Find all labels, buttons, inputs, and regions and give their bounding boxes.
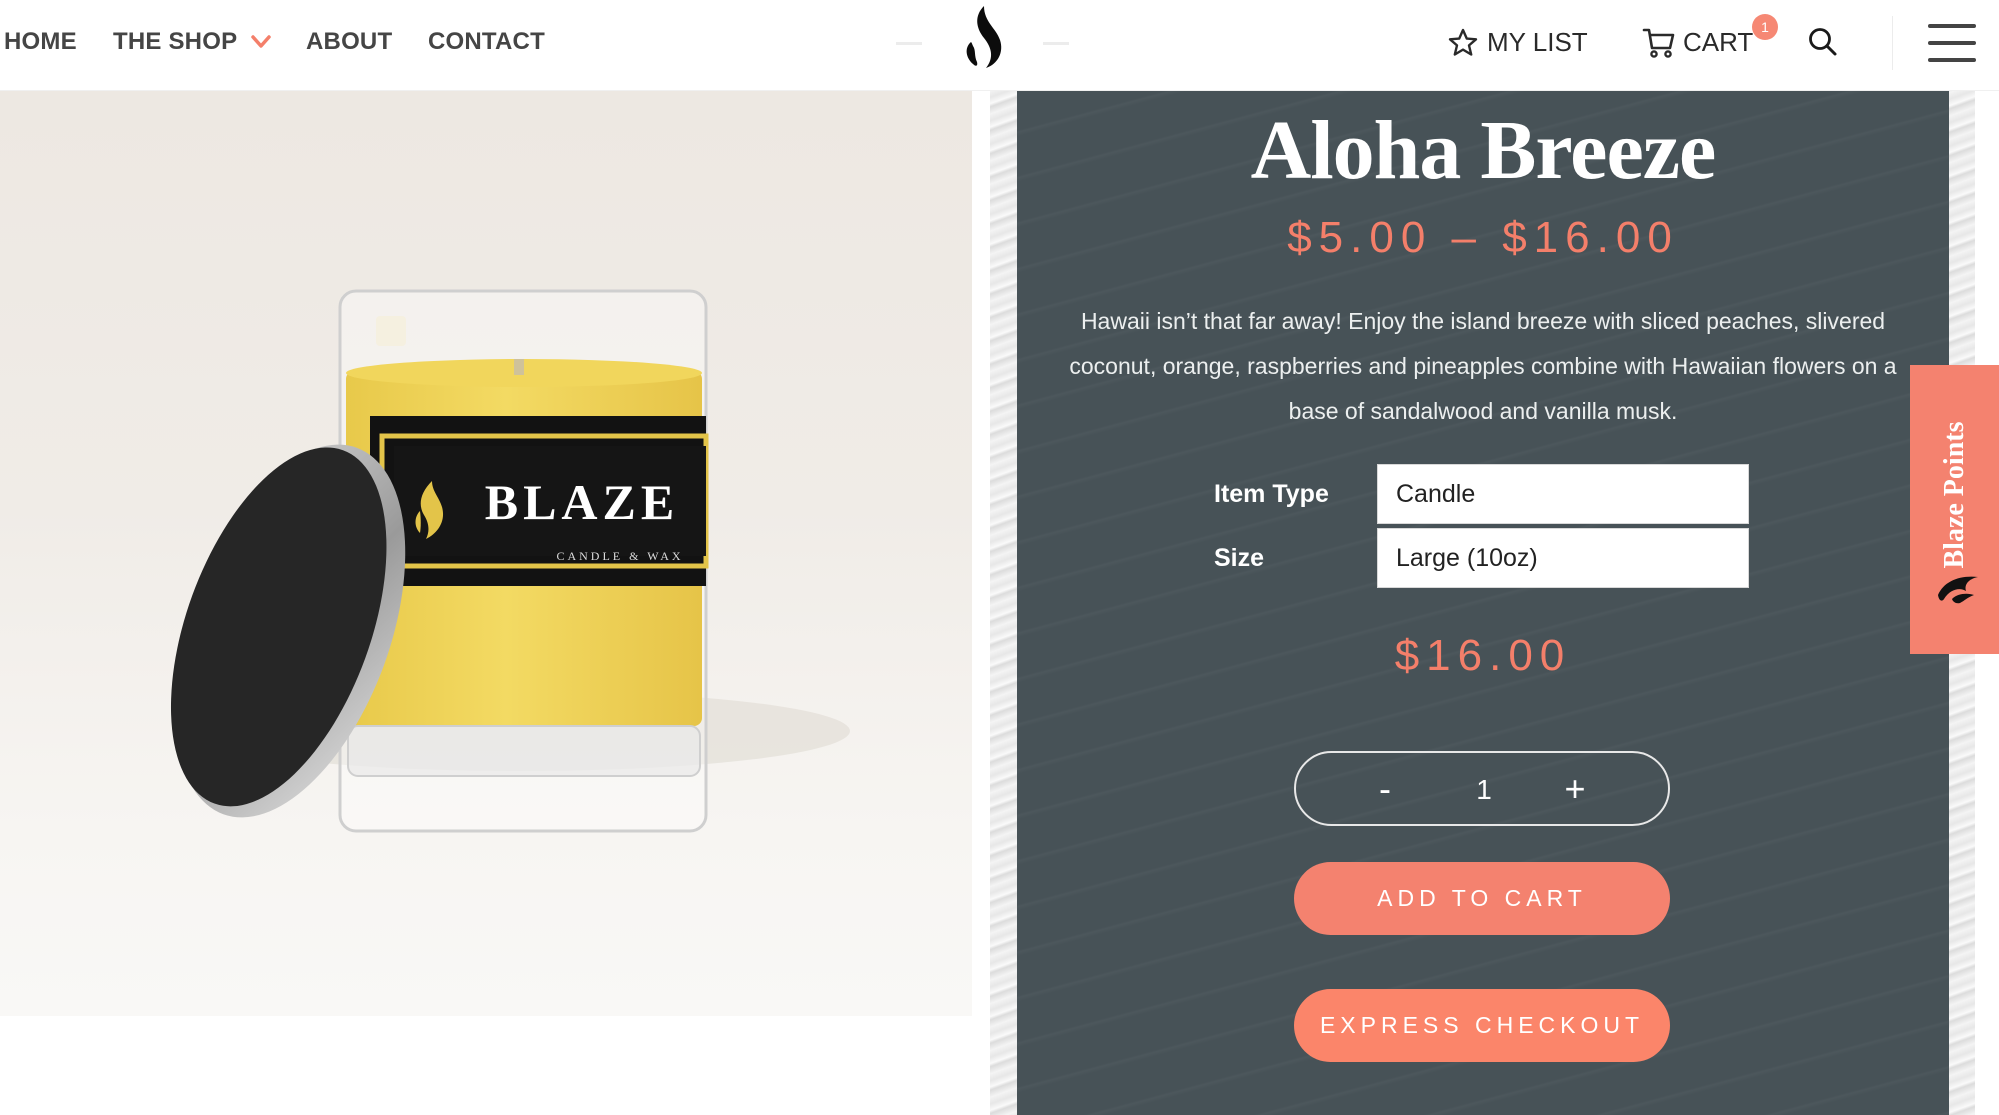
flame-icon: [1938, 576, 1978, 604]
nav-about[interactable]: ABOUT: [306, 26, 392, 58]
express-checkout-button[interactable]: EXPRESS CHECKOUT: [1294, 989, 1670, 1062]
nav-home[interactable]: HOME: [4, 26, 77, 58]
quantity-stepper: - +: [1294, 751, 1670, 826]
product-details-panel: Aloha Breeze $5.00 – $16.00 Hawaii isn’t…: [1017, 91, 1949, 1115]
logo-divider-right: [1043, 42, 1069, 45]
blaze-points-label: Blaze Points: [1939, 421, 1970, 569]
selected-price: $16.00: [1394, 631, 1572, 680]
add-to-cart-button[interactable]: ADD TO CART: [1294, 862, 1670, 935]
item-type-label: Item Type: [1214, 480, 1329, 508]
search-icon[interactable]: [1807, 27, 1839, 57]
site-header: HOME THE SHOP ABOUT CONTACT MY LIST CART…: [0, 0, 1999, 91]
product-description: Hawaii isn’t that far away! Enjoy the is…: [1069, 308, 1897, 424]
candle-jar-photo: BLAZE CANDLE & WAX: [170, 289, 850, 833]
size-label: Size: [1214, 544, 1265, 572]
hamburger-icon[interactable]: [1928, 22, 1976, 64]
header-divider: [1892, 16, 1893, 70]
my-list-link[interactable]: MY LIST: [1487, 26, 1588, 58]
blaze-points-tab[interactable]: Blaze Points: [1910, 365, 1999, 654]
jar-subtitle-text: CANDLE & WAX: [556, 549, 683, 563]
flame-icon[interactable]: [958, 4, 1006, 70]
item-type-select[interactable]: Candle: [1377, 464, 1749, 524]
cart-count-badge: 1: [1752, 14, 1778, 40]
quantity-input[interactable]: [1424, 753, 1544, 826]
product-image[interactable]: BLAZE CANDLE & WAX: [0, 91, 972, 1016]
size-select[interactable]: Large (10oz): [1377, 528, 1749, 588]
jar-brand-text: BLAZE: [485, 474, 680, 530]
chevron-down-icon[interactable]: [250, 31, 272, 53]
increment-button[interactable]: +: [1535, 753, 1615, 824]
product-title: Aloha Breeze: [1250, 104, 1717, 197]
decrement-button[interactable]: -: [1345, 753, 1425, 824]
logo-divider-left: [896, 42, 922, 45]
nav-the-shop[interactable]: THE SHOP: [113, 26, 237, 58]
price-range: $5.00 – $16.00: [1287, 213, 1679, 262]
star-icon[interactable]: [1447, 27, 1479, 59]
cart-icon[interactable]: [1642, 26, 1676, 60]
cart-link[interactable]: CART: [1683, 26, 1753, 58]
nav-contact[interactable]: CONTACT: [428, 26, 545, 58]
